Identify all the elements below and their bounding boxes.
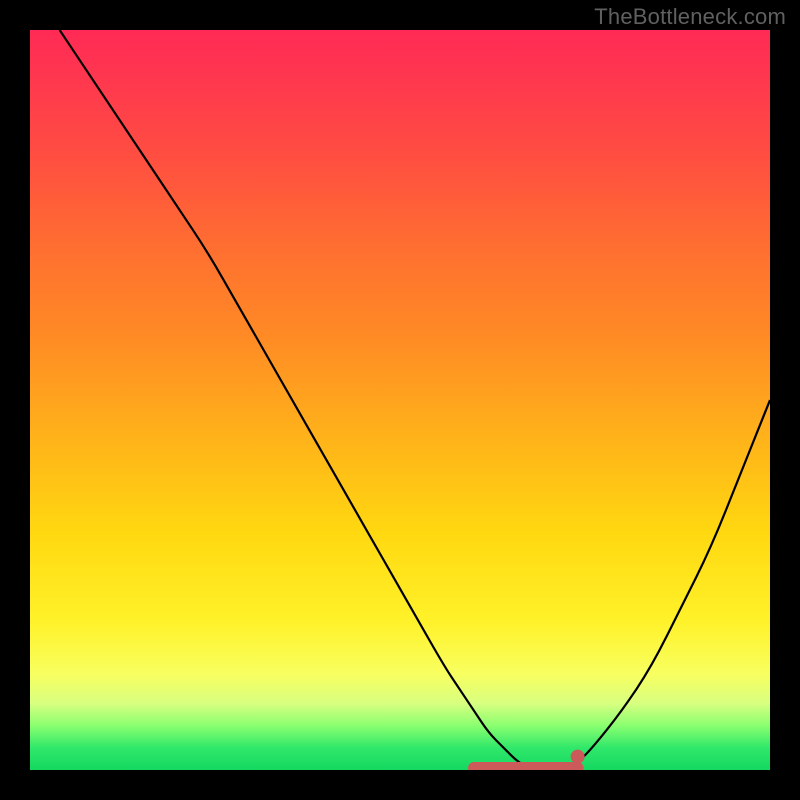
watermark-text: TheBottleneck.com: [594, 4, 786, 30]
bottleneck-curve: [60, 30, 770, 770]
chart-frame: [30, 30, 770, 770]
marker-dot: [571, 750, 585, 764]
bottleneck-curve-svg: [30, 30, 770, 770]
